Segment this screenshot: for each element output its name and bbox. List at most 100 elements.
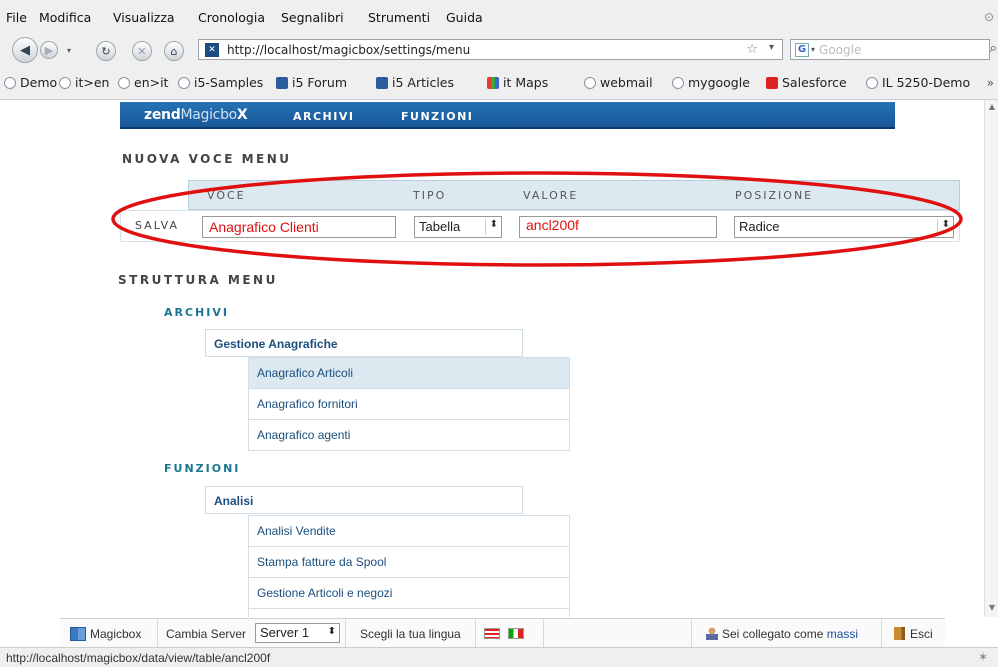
scroll-up-icon[interactable]: ▲ — [987, 102, 997, 114]
maps-icon — [487, 76, 499, 89]
form-header-row: VOCE TIPO VALORE POSIZIONE — [188, 180, 960, 210]
globe-icon — [178, 76, 190, 89]
group-archivi: ARCHIVI — [164, 306, 229, 319]
google-engine-icon[interactable]: G — [795, 42, 809, 57]
menu-structure-title: STRUTTURA MENU — [118, 273, 278, 287]
zend-favicon-icon: ✕ — [205, 42, 219, 57]
page-viewport: zendMagicboX ARCHIVI FUNZIONI NUOVA VOCE… — [0, 100, 984, 617]
form-input-row: SALVA Anagrafico Clienti Tabella ⬍ ancl20… — [120, 210, 960, 242]
stop-icon[interactable]: ✕ — [132, 41, 152, 61]
flag-us-icon[interactable] — [484, 628, 500, 639]
forward-arrow-icon[interactable]: ▶ — [40, 41, 58, 59]
zend-icon — [376, 76, 388, 89]
address-dropdown-icon[interactable]: ▾ — [769, 42, 774, 53]
header-posizione: POSIZIONE — [735, 189, 814, 202]
bookmark-i5-samples[interactable]: i5-Samples — [178, 75, 263, 90]
header-voce: VOCE — [207, 189, 246, 202]
save-button[interactable]: SALVA — [135, 219, 179, 232]
bookmark-star-icon[interactable]: ☆ — [746, 42, 758, 57]
bookmark-webmail[interactable]: webmail — [584, 75, 653, 90]
bookmark-it-en[interactable]: it>en — [59, 75, 109, 90]
bookmark-it-maps[interactable]: it Maps — [487, 75, 548, 90]
flag-italy-icon[interactable] — [508, 628, 524, 639]
history-dropdown-icon[interactable]: ▾ — [62, 41, 76, 59]
bookmark-demo[interactable]: Demo — [4, 75, 57, 90]
globe-icon — [59, 76, 71, 89]
magicbox-logo[interactable]: zendMagicboX — [144, 107, 248, 123]
header-valore: VALORE — [523, 189, 579, 202]
menu-guida[interactable]: Guida — [446, 10, 483, 25]
select-arrows-icon: ⬍ — [484, 219, 498, 235]
magicbox-app-icon — [70, 626, 86, 641]
tree-parent-analisi[interactable]: Analisi — [205, 486, 523, 514]
bookmarks-more-icon[interactable]: » — [987, 76, 994, 90]
throbber-icon: ⊙ — [983, 10, 994, 24]
group-funzioni: FUNZIONI — [164, 462, 241, 475]
globe-icon — [118, 76, 130, 89]
app-footer-toolbar: Magicbox Cambia Server Server 1 ⬍ Scegli … — [60, 618, 945, 648]
bookmark-en-it[interactable]: en>it — [118, 75, 168, 90]
status-url: http://localhost/magicbox/data/view/tabl… — [6, 651, 271, 665]
search-icon[interactable]: ⌕ — [990, 41, 997, 56]
menu-segnalibri[interactable]: Segnalibri — [281, 10, 344, 25]
globe-icon — [866, 76, 878, 89]
status-activity-icon: ✶ — [977, 650, 988, 664]
globe-icon — [4, 76, 16, 89]
server-select[interactable]: Server 1 ⬍ — [255, 623, 340, 643]
back-arrow-icon[interactable]: ◀ — [12, 37, 38, 63]
footer-user: Sei collegato come massi — [692, 619, 882, 648]
tree-item-anagrafico-agenti[interactable]: Anagrafico agenti — [248, 419, 570, 451]
tipo-select[interactable]: Tabella ⬍ — [414, 216, 502, 238]
page-scrollbar[interactable]: ▲ ▼ — [984, 100, 998, 617]
valore-input[interactable]: ancl200f — [519, 216, 717, 238]
search-box[interactable]: G ▾ Google ⌕ — [790, 39, 997, 60]
select-arrows-icon: ⬍ — [936, 219, 950, 235]
menu-file[interactable]: File — [6, 10, 27, 25]
bookmarks-bar: Demo it>en en>it i5-Samples i5 Forum i5 … — [0, 66, 998, 100]
globe-icon — [584, 76, 596, 89]
salesforce-icon — [766, 76, 778, 89]
exit-door-icon — [894, 627, 905, 640]
engine-dropdown-icon[interactable]: ▾ — [811, 45, 815, 54]
new-menu-item-form: VOCE TIPO VALORE POSIZIONE SALVA Anagraf… — [120, 180, 960, 242]
scroll-down-icon[interactable]: ▼ — [987, 603, 997, 615]
username-link[interactable]: massi — [827, 627, 858, 641]
bookmark-i5-articles[interactable]: i5 Articles — [376, 75, 454, 90]
search-placeholder: Google — [819, 42, 862, 57]
menu-modifica[interactable]: Modifica — [39, 10, 91, 25]
browser-menubar: File Modifica Visualizza Cronologia Segn… — [0, 0, 998, 34]
new-menu-item-title: NUOVA VOCE MENU — [122, 152, 292, 166]
app-header: zendMagicboX ARCHIVI FUNZIONI — [120, 102, 895, 129]
footer-spacer — [544, 619, 692, 648]
bookmark-i5-forum[interactable]: i5 Forum — [276, 75, 347, 90]
tree-item-stampa-fatture[interactable]: Stampa fatture da Spool — [248, 546, 570, 578]
footer-app[interactable]: Magicbox — [60, 619, 158, 648]
address-url: http://localhost/magicbox/settings/menu — [227, 42, 471, 57]
footer-language-label: Scegli la tua lingua — [346, 619, 476, 648]
bookmark-salesforce[interactable]: Salesforce — [766, 75, 847, 90]
bookmark-il-5250-demo[interactable]: IL 5250-Demo — [866, 75, 970, 90]
home-icon[interactable]: ⌂ — [164, 41, 184, 61]
nav-funzioni[interactable]: FUNZIONI — [401, 110, 473, 123]
tree-item-partial[interactable] — [248, 608, 570, 617]
nav-archivi[interactable]: ARCHIVI — [293, 110, 354, 123]
bookmark-mygoogle[interactable]: mygoogle — [672, 75, 750, 90]
tree-item-analisi-vendite[interactable]: Analisi Vendite — [248, 515, 570, 547]
voce-input[interactable]: Anagrafico Clienti — [202, 216, 396, 238]
menu-cronologia[interactable]: Cronologia — [198, 10, 265, 25]
browser-status-bar: http://localhost/magicbox/data/view/tabl… — [0, 647, 998, 667]
user-icon — [706, 627, 718, 640]
menu-visualizza[interactable]: Visualizza — [113, 10, 175, 25]
tree-item-anagrafico-articoli[interactable]: Anagrafico Articoli — [248, 357, 570, 389]
logout-button[interactable]: Esci — [882, 619, 945, 648]
browser-navbar: ◀ ▶ ▾ ↻ ✕ ⌂ ✕ http://localhost/magicbox/… — [0, 34, 998, 66]
tree-item-anagrafico-fornitori[interactable]: Anagrafico fornitori — [248, 388, 570, 420]
reload-icon[interactable]: ↻ — [96, 41, 116, 61]
menu-strumenti[interactable]: Strumenti — [368, 10, 430, 25]
tree-parent-gestione-anagrafiche[interactable]: Gestione Anagrafiche — [205, 329, 523, 357]
zend-icon — [276, 76, 288, 89]
address-bar[interactable]: ✕ http://localhost/magicbox/settings/men… — [198, 39, 783, 60]
posizione-select[interactable]: Radice ⬍ — [734, 216, 954, 238]
header-tipo: TIPO — [413, 189, 447, 202]
tree-item-gestione-articoli[interactable]: Gestione Articoli e negozi — [248, 577, 570, 609]
